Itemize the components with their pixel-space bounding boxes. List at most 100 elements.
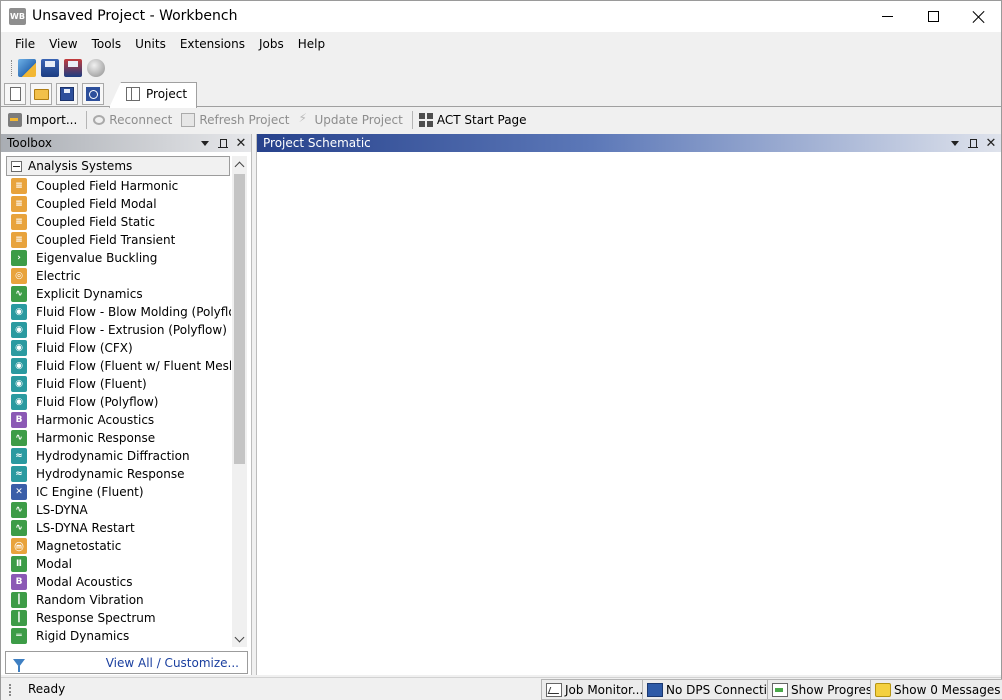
toolbox-item[interactable]: ┃ Random Vibration	[11, 591, 231, 609]
toolbox-item[interactable]: ◉ Fluid Flow (CFX)	[11, 339, 231, 357]
toolbox-item[interactable]: ≡ Coupled Field Transient	[11, 231, 231, 249]
toolbox-item[interactable]: ∿ Explicit Dynamics	[11, 285, 231, 303]
toolbox-item[interactable]: ◎ Electric	[11, 267, 231, 285]
open-button[interactable]	[30, 83, 52, 105]
menu-file[interactable]: File	[8, 33, 42, 55]
toolbox-item[interactable]: ≡ Coupled Field Modal	[11, 195, 231, 213]
toolbox-item[interactable]: ≡ Coupled Field Static	[11, 213, 231, 231]
schematic-pin-button[interactable]	[965, 135, 981, 151]
toolbox-item[interactable]: ∿ LS-DYNA Restart	[11, 519, 231, 537]
collapse-icon[interactable]	[11, 160, 22, 172]
toolbox-item[interactable]: ✕ IC Engine (Fluent)	[11, 483, 231, 501]
toolbox-item[interactable]: ◉ Fluid Flow (Polyflow)	[11, 393, 231, 411]
status-grip	[9, 684, 13, 696]
menu-view[interactable]: View	[42, 33, 84, 55]
menu-jobs[interactable]: Jobs	[252, 33, 291, 55]
save-all-icon[interactable]	[64, 58, 82, 77]
toolbox-item[interactable]: B Harmonic Acoustics	[11, 411, 231, 429]
archive-button[interactable]	[82, 83, 104, 105]
update-project-button[interactable]: Update Project	[299, 111, 403, 127]
import-button[interactable]: Import...	[8, 113, 77, 127]
job-monitor-button[interactable]: Job Monitor...	[541, 679, 649, 700]
show-messages-label: Show 0 Messages	[894, 682, 1001, 697]
toolbox-item[interactable]: ∿ Harmonic Response	[11, 429, 231, 447]
new-workbench-icon[interactable]	[18, 58, 36, 77]
toolbox-title: Toolbox	[7, 136, 52, 150]
rigid-dynamics-icon: ═	[11, 628, 27, 644]
fluid-flow-icon: ◉	[11, 322, 27, 338]
menu-tools[interactable]: Tools	[85, 33, 129, 55]
view-all-customize-link[interactable]: View All / Customize...	[106, 656, 239, 670]
toolbox-item-label: LS-DYNA Restart	[36, 521, 135, 535]
toolbox-item[interactable]: B Modal Acoustics	[11, 573, 231, 591]
fluid-flow-icon: ◉	[11, 376, 27, 392]
toolbox-item[interactable]: ⓜ Magnetostatic	[11, 537, 231, 555]
schematic-menu-button[interactable]	[947, 135, 963, 151]
response-spectrum-icon: ┃	[11, 610, 27, 626]
dropdown-icon	[201, 140, 209, 146]
toolbox-item-label: Fluid Flow (Fluent)	[36, 377, 147, 391]
toolbox-item[interactable]: › Eigenvalue Buckling	[11, 249, 231, 267]
toolbox-item[interactable]: ≈ Hydrodynamic Diffraction	[11, 447, 231, 465]
toolbox-footer: View All / Customize...	[5, 651, 248, 674]
toolbox-header: Toolbox ✕	[1, 134, 251, 152]
reconnect-button[interactable]: Reconnect	[93, 113, 172, 127]
toolbox-menu-button[interactable]	[197, 135, 213, 151]
toolbox-item[interactable]: ≈ Hydrodynamic Response	[11, 465, 231, 483]
progress-icon	[772, 682, 788, 697]
toolbox-pin-button[interactable]	[215, 135, 231, 151]
refresh-project-button[interactable]: Refresh Project	[181, 113, 290, 127]
project-schematic-panel[interactable]: Project Schematic ✕	[256, 134, 1001, 675]
toolbox-item-label: Rigid Dynamics	[36, 629, 130, 643]
toolbox-item[interactable]: Ⅱ Modal	[11, 555, 231, 573]
menu-units[interactable]: Units	[128, 33, 173, 55]
save-as-icon[interactable]	[41, 58, 59, 77]
scroll-up-button[interactable]	[232, 156, 247, 172]
show-progress-button[interactable]: Show Progress	[767, 679, 884, 700]
menu-extensions[interactable]: Extensions	[173, 33, 252, 55]
show-messages-button[interactable]: Show 0 Messages	[870, 679, 1002, 700]
fluid-flow-icon: ◉	[11, 358, 27, 374]
sphere-icon[interactable]	[87, 58, 105, 77]
pin-icon	[967, 138, 978, 148]
toolbox-close-button[interactable]: ✕	[233, 135, 249, 151]
close-icon: ✕	[985, 135, 997, 151]
toolbox-item-label: Fluid Flow (Polyflow)	[36, 395, 159, 409]
acoustics-icon: B	[11, 412, 27, 428]
dps-monitor-icon	[647, 682, 663, 697]
toolbar-grip[interactable]	[11, 59, 14, 76]
maximize-button[interactable]	[910, 1, 956, 32]
scrollbar-thumb[interactable]	[234, 174, 245, 464]
analysis-systems-group[interactable]: Analysis Systems	[6, 156, 230, 176]
toolbox-item[interactable]: ∿ LS-DYNA	[11, 501, 231, 519]
toolbox-item[interactable]: ◉ Fluid Flow - Extrusion (Polyflow)	[11, 321, 231, 339]
minimize-button[interactable]	[864, 1, 910, 32]
scroll-down-button[interactable]	[232, 631, 247, 647]
close-icon: ✕	[235, 135, 247, 151]
electric-icon: ◎	[11, 268, 27, 284]
toolbox-item[interactable]: ┃ Response Spectrum	[11, 609, 231, 627]
eigenvalue-icon: ›	[11, 250, 27, 266]
toolbox-item-label: Fluid Flow (Fluent w/ Fluent Meshing) (I	[36, 359, 231, 373]
toolbox-item[interactable]: ═ Rigid Dynamics	[11, 627, 231, 645]
toolbox-scrollbar[interactable]	[232, 156, 247, 647]
new-button[interactable]	[4, 83, 26, 105]
menu-help[interactable]: Help	[291, 33, 332, 55]
chevron-up-icon	[234, 161, 245, 171]
hydrodynamic-icon: ≈	[11, 448, 27, 464]
schematic-close-button[interactable]: ✕	[983, 135, 999, 151]
toolbox-item-label: Explicit Dynamics	[36, 287, 143, 301]
toolbox-item[interactable]: ◉ Fluid Flow (Fluent)	[11, 375, 231, 393]
tab-project-label: Project	[146, 87, 188, 101]
title-bar: WB Unsaved Project - Workbench	[1, 1, 1001, 32]
act-start-page-button[interactable]: ACT Start Page	[418, 113, 527, 127]
close-window-button[interactable]	[956, 1, 1002, 32]
dps-connection-button[interactable]: No DPS Connection	[642, 679, 787, 700]
toolbox-item-label: Electric	[36, 269, 81, 283]
toolbox-item[interactable]: ≡ Coupled Field Harmonic	[11, 177, 231, 195]
save-button[interactable]	[56, 83, 78, 105]
job-monitor-label: Job Monitor...	[565, 682, 644, 697]
tab-project-content[interactable]: Project	[126, 87, 187, 101]
toolbox-item[interactable]: ◉ Fluid Flow (Fluent w/ Fluent Meshing) (…	[11, 357, 231, 375]
toolbox-item[interactable]: ◉ Fluid Flow - Blow Molding (Polyflow)	[11, 303, 231, 321]
